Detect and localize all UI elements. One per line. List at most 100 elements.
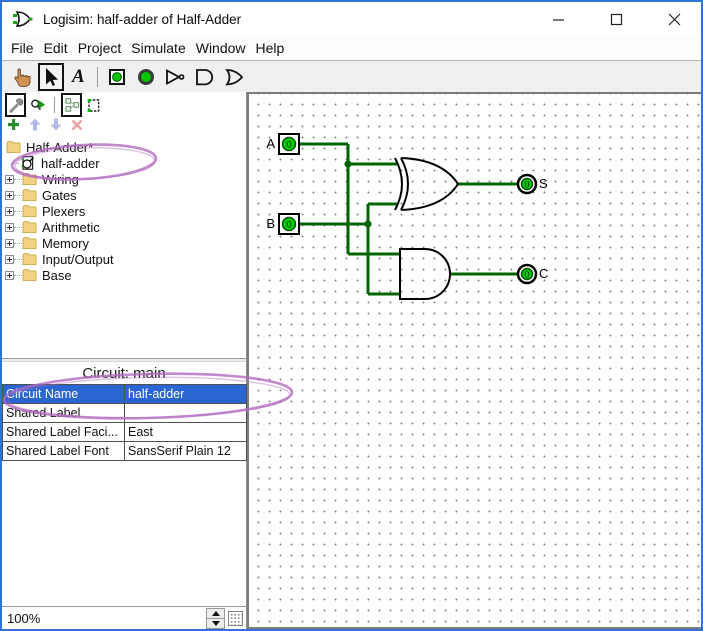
zoom-decrease-button[interactable] xyxy=(206,618,225,629)
spinner-up-icon xyxy=(211,610,220,616)
explorer-toolbar xyxy=(2,92,246,118)
attr-row-shared-label-facing[interactable]: Shared Label Faci... East xyxy=(2,422,247,442)
remove-circuit-button[interactable] xyxy=(71,118,83,136)
move-up-button[interactable] xyxy=(29,118,41,136)
menu-project[interactable]: Project xyxy=(73,38,127,58)
output-pin-s[interactable]: 0 xyxy=(516,173,538,195)
edit-layout-button[interactable] xyxy=(61,93,82,117)
text-tool-icon: A xyxy=(72,66,85,87)
maximize-button[interactable] xyxy=(605,8,627,30)
tree-item-input-output[interactable]: Input/Output xyxy=(2,251,246,267)
attr-value-cell[interactable]: East xyxy=(124,422,247,442)
wrench-icon xyxy=(9,97,23,113)
tree-item-current-circuit[interactable]: half-adder xyxy=(2,155,246,171)
and-gate xyxy=(399,248,451,300)
move-down-button[interactable] xyxy=(50,118,62,136)
attr-name-cell[interactable]: Shared Label Font xyxy=(2,441,125,461)
wire-junction xyxy=(344,160,352,168)
tree-item-plexers[interactable]: Plexers xyxy=(2,203,246,219)
label-output-c: C xyxy=(539,266,548,281)
circuit-magnifier-icon xyxy=(21,156,34,170)
attr-name-cell[interactable]: Circuit Name xyxy=(2,384,125,404)
not-gate-icon xyxy=(165,68,185,85)
library-label: Plexers xyxy=(42,203,86,219)
expand-icon[interactable] xyxy=(5,206,14,216)
title-bar: Logisim: half-adder of Half-Adder xyxy=(2,2,701,36)
attr-name-cell[interactable]: Shared Label Faci... xyxy=(2,422,125,442)
expand-icon[interactable] xyxy=(5,174,14,184)
zoom-bar: 100% xyxy=(2,606,246,629)
hierarchy-icon xyxy=(64,98,79,112)
tree-connector xyxy=(14,210,22,212)
tree-root-project[interactable]: Half-Adder* xyxy=(2,139,246,155)
library-folder-icon xyxy=(22,253,37,265)
minimize-button[interactable] xyxy=(547,8,569,30)
label-input-a: A xyxy=(266,136,275,151)
tree-item-memory[interactable]: Memory xyxy=(2,235,246,251)
circuit-canvas[interactable]: 0 A 0 B 0 S 0 C xyxy=(247,92,701,629)
tree-connector xyxy=(14,242,22,244)
tree-item-arithmetic[interactable]: Arithmetic xyxy=(2,219,246,235)
library-label: Input/Output xyxy=(42,251,114,267)
edit-appearance-button[interactable] xyxy=(86,93,102,117)
attr-name-cell[interactable]: Shared Label xyxy=(2,403,125,423)
expand-icon[interactable] xyxy=(5,254,14,264)
half-adder-circuit: 0 A 0 B 0 S 0 C xyxy=(266,133,548,300)
select-arrow-icon xyxy=(46,67,58,86)
menu-help[interactable]: Help xyxy=(251,38,290,58)
expand-icon[interactable] xyxy=(5,190,14,200)
zoom-spinner xyxy=(206,607,225,629)
spinner-down-icon xyxy=(211,620,220,626)
close-button[interactable] xyxy=(663,8,685,30)
not-gate-tool-button[interactable] xyxy=(163,63,187,91)
text-tool-button[interactable]: A xyxy=(70,63,87,91)
attr-row-shared-label-font[interactable]: Shared Label Font SansSerif Plain 12 xyxy=(2,441,247,461)
edit-tool-button[interactable] xyxy=(38,62,64,91)
view-simulation-button[interactable] xyxy=(30,93,47,117)
input-pin-tool-button[interactable] xyxy=(107,63,129,91)
expand-icon[interactable] xyxy=(5,270,14,280)
expand-icon[interactable] xyxy=(5,238,14,248)
tree-item-wiring[interactable]: Wiring xyxy=(2,171,246,187)
menu-edit[interactable]: Edit xyxy=(39,38,73,58)
menu-simulate[interactable]: Simulate xyxy=(126,38,190,58)
input-pin-b[interactable]: 0 xyxy=(278,213,300,235)
app-logo-icon xyxy=(13,11,33,27)
tree-connector xyxy=(11,162,19,164)
menu-file[interactable]: File xyxy=(6,38,39,58)
toolbar-separator xyxy=(54,97,55,113)
tree-current-circuit-label: half-adder xyxy=(41,155,100,171)
attr-value-cell[interactable] xyxy=(124,403,247,423)
output-pin-tool-button[interactable] xyxy=(135,63,157,91)
library-label: Memory xyxy=(42,235,89,251)
and-gate-tool-button[interactable] xyxy=(193,63,217,91)
input-pin-a[interactable]: 0 xyxy=(278,133,300,155)
tree-item-gates[interactable]: Gates xyxy=(2,187,246,203)
poke-tool-button[interactable] xyxy=(11,63,32,91)
add-circuit-button[interactable] xyxy=(7,118,20,136)
attr-row-circuit-name[interactable]: Circuit Name half-adder xyxy=(2,384,247,404)
or-gate-tool-button[interactable] xyxy=(223,63,247,91)
library-label: Wiring xyxy=(42,171,79,187)
attr-value-cell[interactable]: half-adder xyxy=(124,384,247,404)
view-toolbox-button[interactable] xyxy=(5,93,26,117)
or-gate-icon xyxy=(224,68,243,85)
project-folder-icon xyxy=(6,141,21,153)
show-grid-button[interactable] xyxy=(228,610,243,626)
zoom-increase-button[interactable] xyxy=(206,607,225,619)
expand-icon[interactable] xyxy=(5,222,14,232)
main-toolbar: A xyxy=(2,60,701,92)
menu-window[interactable]: Window xyxy=(191,38,251,58)
pin-b-value: 0 xyxy=(286,220,291,230)
and-gate-icon xyxy=(195,68,213,85)
output-pin-c[interactable]: 0 xyxy=(516,263,538,285)
tree-item-base[interactable]: Base xyxy=(2,267,246,283)
label-input-b: B xyxy=(266,216,275,231)
attr-row-shared-label[interactable]: Shared Label xyxy=(2,403,247,423)
menu-bar: File Edit Project Simulate Window Help xyxy=(2,36,701,60)
zoom-level-field[interactable]: 100% xyxy=(2,611,206,626)
attribute-panel-empty xyxy=(2,461,246,606)
attribute-table-title: Circuit: main xyxy=(82,364,166,382)
input-pin-icon xyxy=(108,68,125,85)
attr-value-cell[interactable]: SansSerif Plain 12 xyxy=(124,441,247,461)
